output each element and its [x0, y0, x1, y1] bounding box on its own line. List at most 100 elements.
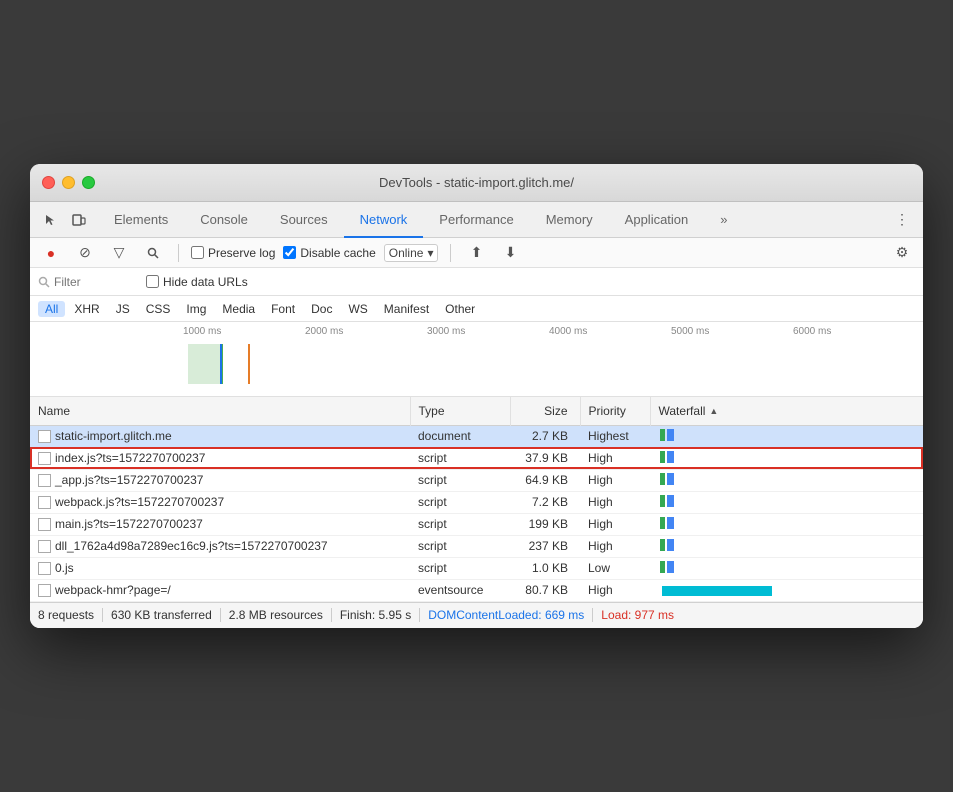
tab-elements[interactable]: Elements	[98, 204, 184, 238]
type-filter-all[interactable]: All	[38, 301, 65, 317]
type-filter-manifest[interactable]: Manifest	[377, 301, 436, 317]
tab-network[interactable]: Network	[344, 204, 424, 238]
timeline-labels: 1000 ms 2000 ms 3000 ms 4000 ms 5000 ms …	[38, 322, 915, 339]
cell-priority: High	[580, 469, 650, 491]
requests-count: 8 requests	[38, 608, 94, 622]
cell-type: script	[410, 447, 510, 469]
disable-cache-label[interactable]: Disable cache	[283, 246, 375, 260]
network-table: Name Type Size Priority Waterfall ▲ sta	[30, 397, 923, 602]
cell-size: 64.9 KB	[510, 469, 580, 491]
th-priority[interactable]: Priority	[580, 397, 650, 425]
device-toolbar-button[interactable]	[66, 207, 92, 233]
fullscreen-button[interactable]	[82, 176, 95, 189]
timeline-label-1000: 1000 ms	[183, 326, 305, 337]
timeline-label-6000: 6000 ms	[793, 326, 915, 337]
cell-name: 0.js	[30, 557, 410, 579]
table-row[interactable]: webpack.js?ts=1572270700237script7.2 KBH…	[30, 491, 923, 513]
cell-name: dll_1762a4d98a7289ec16c9.js?ts=157227070…	[30, 535, 410, 557]
cell-priority: High	[580, 535, 650, 557]
filter-input[interactable]	[54, 275, 134, 289]
devtools-body: Elements Console Sources Network Perform…	[30, 202, 923, 628]
table-row[interactable]: 0.jsscript1.0 KBLow	[30, 557, 923, 579]
filter-button[interactable]: ▽	[106, 240, 132, 266]
tab-performance[interactable]: Performance	[423, 204, 529, 238]
timeline-load-marker	[248, 344, 250, 384]
cell-waterfall	[650, 557, 923, 579]
dom-content-loaded: DOMContentLoaded: 669 ms	[428, 608, 584, 622]
type-filter-font[interactable]: Font	[264, 301, 302, 317]
table-row[interactable]: webpack-hmr?page=/eventsource80.7 KBHigh	[30, 579, 923, 601]
minimize-button[interactable]	[62, 176, 75, 189]
th-size[interactable]: Size	[510, 397, 580, 425]
preserve-log-label[interactable]: Preserve log	[191, 246, 275, 260]
cursor-tool-button[interactable]	[38, 207, 64, 233]
toolbar-divider	[178, 244, 179, 262]
table-row[interactable]: _app.js?ts=1572270700237script64.9 KBHig…	[30, 469, 923, 491]
cell-size: 237 KB	[510, 535, 580, 557]
table-row[interactable]: static-import.glitch.medocument2.7 KBHig…	[30, 425, 923, 447]
th-type[interactable]: Type	[410, 397, 510, 425]
tab-application[interactable]: Application	[609, 204, 705, 238]
cell-size: 37.9 KB	[510, 447, 580, 469]
hide-data-urls-label[interactable]: Hide data URLs	[146, 275, 248, 289]
tab-more[interactable]: »	[704, 204, 743, 238]
throttle-select[interactable]: Online ▾	[384, 244, 439, 262]
devtools-toolbar: Elements Console Sources Network Perform…	[30, 202, 923, 238]
th-waterfall[interactable]: Waterfall ▲	[650, 397, 923, 425]
table-row[interactable]: main.js?ts=1572270700237script199 KBHigh	[30, 513, 923, 535]
cell-size: 1.0 KB	[510, 557, 580, 579]
requests-table: Name Type Size Priority Waterfall ▲ sta	[30, 397, 923, 602]
cell-priority: High	[580, 447, 650, 469]
table-row[interactable]: dll_1762a4d98a7289ec16c9.js?ts=157227070…	[30, 535, 923, 557]
filter-input-wrapper	[38, 275, 134, 289]
search-button[interactable]	[140, 240, 166, 266]
timeline-label-2000: 2000 ms	[305, 326, 427, 337]
cell-waterfall	[650, 447, 923, 469]
timeline-bar-area	[188, 339, 907, 391]
cell-waterfall	[650, 535, 923, 557]
type-filter-ws[interactable]: WS	[341, 301, 374, 317]
type-filter-img[interactable]: Img	[179, 301, 213, 317]
type-filter-media[interactable]: Media	[215, 301, 262, 317]
table-row[interactable]: index.js?ts=1572270700237script37.9 KBHi…	[30, 447, 923, 469]
type-filter-xhr[interactable]: XHR	[67, 301, 106, 317]
cell-priority: Highest	[580, 425, 650, 447]
chevron-down-icon: ▾	[427, 246, 433, 260]
cell-size: 80.7 KB	[510, 579, 580, 601]
more-options-button[interactable]: ⋮	[889, 207, 915, 233]
cell-size: 2.7 KB	[510, 425, 580, 447]
cell-name: index.js?ts=1572270700237	[30, 447, 410, 469]
disable-cache-checkbox[interactable]	[283, 246, 296, 259]
th-name[interactable]: Name	[30, 397, 410, 425]
network-settings-button[interactable]: ⚙	[889, 240, 915, 266]
timeline-section: 1000 ms 2000 ms 3000 ms 4000 ms 5000 ms …	[30, 322, 923, 397]
type-filter-doc[interactable]: Doc	[304, 301, 339, 317]
cell-name: webpack.js?ts=1572270700237	[30, 491, 410, 513]
tab-memory[interactable]: Memory	[530, 204, 609, 238]
clear-button[interactable]: ⊘	[72, 240, 98, 266]
cell-waterfall	[650, 579, 923, 601]
titlebar: DevTools - static-import.glitch.me/	[30, 164, 923, 202]
waterfall-sort-icon: ▲	[709, 406, 718, 416]
cell-waterfall	[650, 469, 923, 491]
preserve-log-checkbox[interactable]	[191, 246, 204, 259]
tab-sources[interactable]: Sources	[264, 204, 344, 238]
resources-size: 2.8 MB resources	[229, 608, 323, 622]
close-button[interactable]	[42, 176, 55, 189]
timeline-label-3000: 3000 ms	[427, 326, 549, 337]
transferred-size: 630 KB transferred	[111, 608, 212, 622]
export-har-button[interactable]: ⬇	[497, 240, 523, 266]
hide-data-urls-checkbox[interactable]	[146, 275, 159, 288]
cell-priority: High	[580, 491, 650, 513]
type-filter-other[interactable]: Other	[438, 301, 482, 317]
tab-bar: Elements Console Sources Network Perform…	[98, 202, 744, 238]
type-filter-css[interactable]: CSS	[139, 301, 178, 317]
cell-size: 7.2 KB	[510, 491, 580, 513]
tab-console[interactable]: Console	[184, 204, 264, 238]
record-button[interactable]: ●	[38, 240, 64, 266]
status-bar: 8 requests 630 KB transferred 2.8 MB res…	[30, 602, 923, 628]
finish-time: Finish: 5.95 s	[340, 608, 411, 622]
import-har-button[interactable]: ⬆	[463, 240, 489, 266]
cell-name: main.js?ts=1572270700237	[30, 513, 410, 535]
type-filter-js[interactable]: JS	[109, 301, 137, 317]
